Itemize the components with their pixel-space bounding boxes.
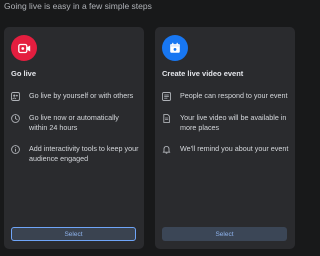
feature-item: Go live by yourself or with others: [11, 91, 139, 101]
people-icon: [11, 92, 20, 101]
live-event-title: Create live video event: [162, 69, 244, 78]
page-subtitle: Going live is easy in a few simple steps: [4, 1, 152, 11]
feature-text: We'll remind you about your event: [180, 144, 289, 153]
clock-icon: [11, 114, 20, 123]
feature-text: People can respond to your event: [180, 91, 288, 100]
feature-item: People can respond to your event: [162, 91, 290, 101]
live-event-select-button[interactable]: Select: [162, 227, 287, 241]
calendar-icon: [169, 42, 181, 54]
info-icon: [11, 145, 20, 154]
live-setup-page: Going live is easy in a few simple steps…: [0, 0, 300, 256]
go-live-badge: [11, 35, 37, 61]
go-live-card[interactable]: Go live Go live by yourself or with othe…: [4, 27, 144, 249]
list-icon: [162, 92, 171, 101]
live-event-badge: [162, 35, 188, 61]
feature-text: Your live video will be available in mor…: [180, 113, 287, 132]
go-live-title: Go live: [11, 69, 37, 78]
live-event-feature-list: People can respond to your event Your li…: [162, 91, 290, 166]
feature-item: Add interactivity tools to keep your aud…: [11, 144, 139, 163]
feature-text: Add interactivity tools to keep your aud…: [29, 144, 139, 163]
feature-item: We'll remind you about your event: [162, 144, 290, 154]
feature-text: Go live now or automatically within 24 h…: [29, 113, 119, 132]
live-event-card[interactable]: Create live video event People can respo…: [155, 27, 295, 249]
document-icon: [162, 114, 171, 123]
feature-text: Go live by yourself or with others: [29, 91, 134, 100]
bell-icon: [162, 145, 171, 154]
camera-live-icon: [17, 43, 31, 54]
feature-item: Your live video will be available in mor…: [162, 113, 290, 132]
feature-item: Go live now or automatically within 24 h…: [11, 113, 139, 132]
go-live-select-button[interactable]: Select: [11, 227, 136, 241]
go-live-feature-list: Go live by yourself or with others Go li…: [11, 91, 139, 175]
